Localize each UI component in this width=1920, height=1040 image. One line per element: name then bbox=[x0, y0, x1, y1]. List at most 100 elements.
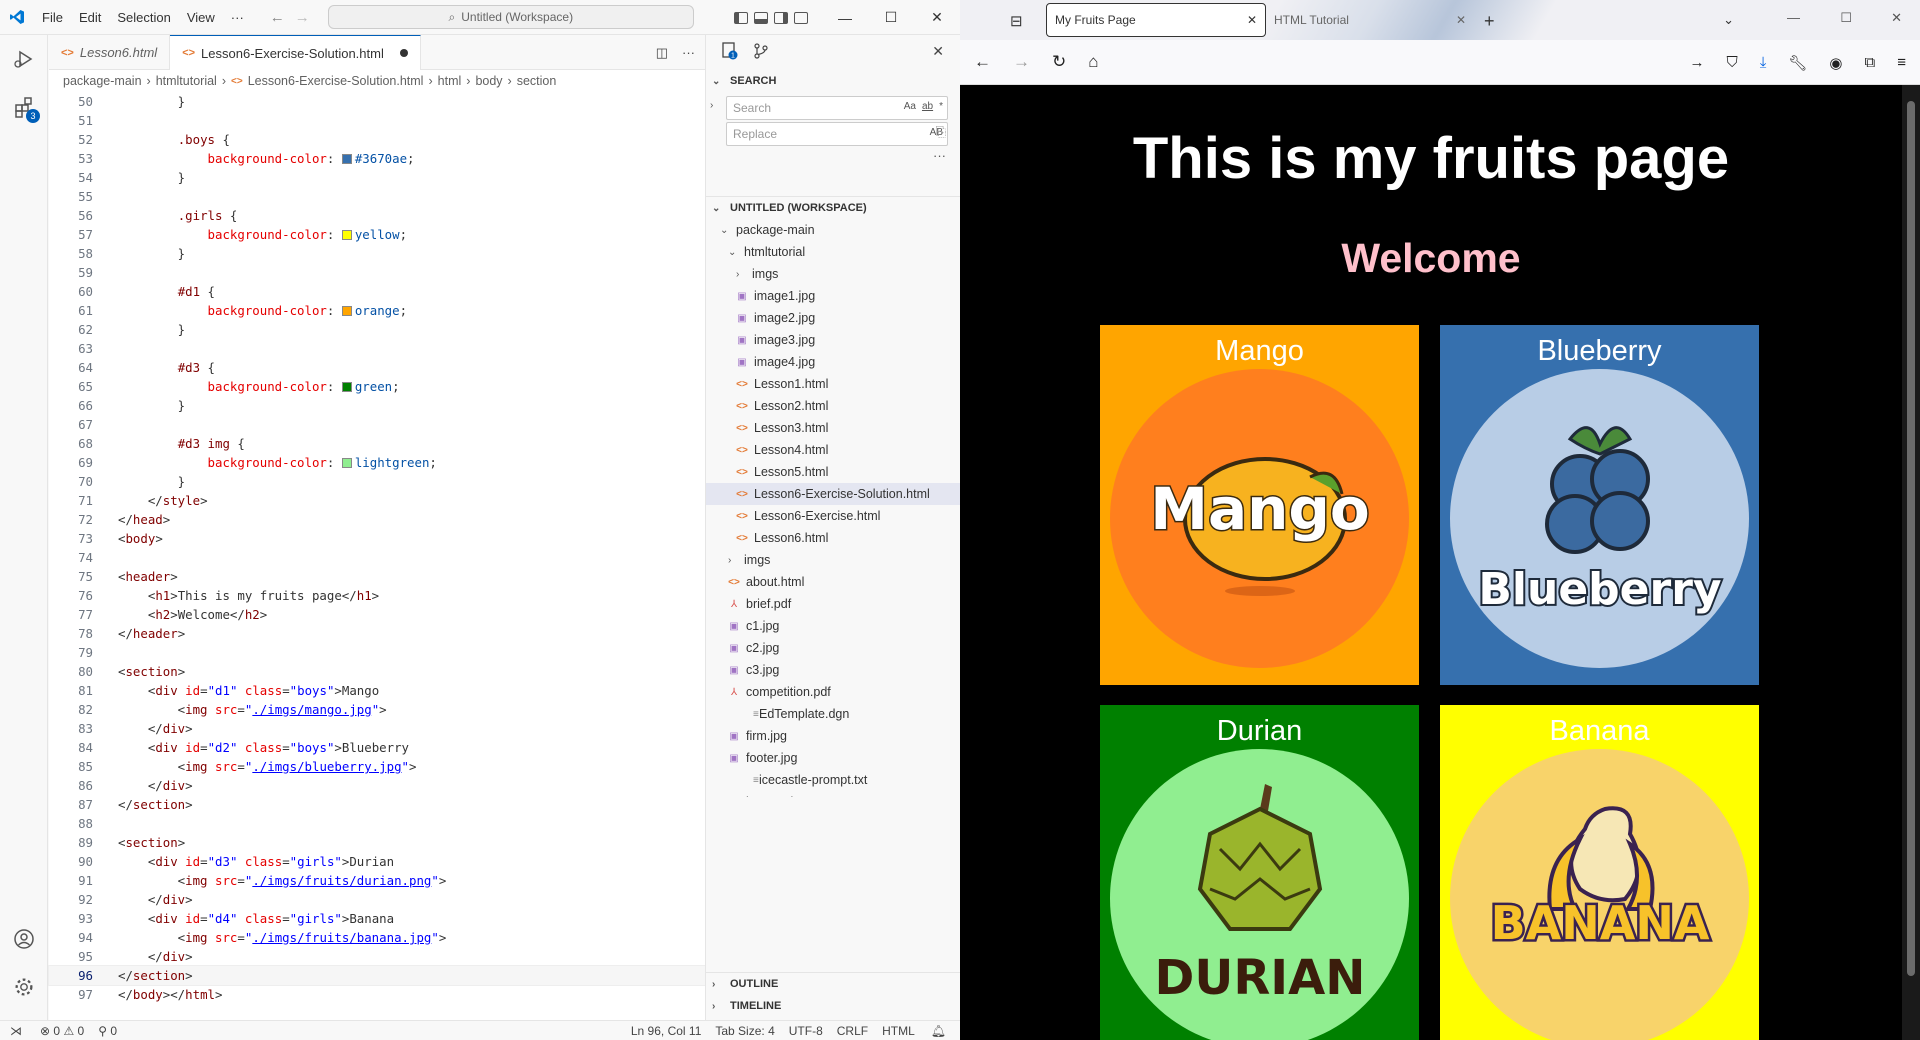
list-tabs-icon[interactable]: ⌄ bbox=[1723, 12, 1734, 28]
forward-icon[interactable]: → bbox=[1013, 52, 1030, 72]
code-line[interactable]: 60 #d1 { bbox=[49, 282, 705, 301]
code-line[interactable]: 76 <h1>This is my fruits page</h1> bbox=[49, 586, 705, 605]
minimize-button[interactable]: — bbox=[822, 0, 868, 35]
reload-icon[interactable]: ↻ bbox=[1052, 52, 1066, 72]
tree-file[interactable]: <> Lesson2.html bbox=[706, 395, 960, 417]
timeline-section-header[interactable]: › TIMELINE bbox=[706, 995, 961, 1017]
tab-lesson6[interactable]: <> Lesson6.html bbox=[49, 35, 171, 70]
menu-selection[interactable]: Selection bbox=[109, 10, 178, 25]
code-line[interactable]: 85 <img src="./imgs/blueberry.jpg"> bbox=[49, 757, 705, 776]
more-options-icon[interactable]: ··· bbox=[706, 148, 960, 168]
menu-view[interactable]: View bbox=[179, 10, 223, 25]
code-line[interactable]: 87 </section> bbox=[49, 795, 705, 814]
breadcrumb-item[interactable]: html bbox=[438, 74, 462, 88]
tree-file[interactable]: ⅄ brief.pdf bbox=[706, 593, 960, 615]
browser-tab-html-tutorial[interactable]: HTML Tutorial ✕ bbox=[1266, 3, 1474, 37]
code-line[interactable]: 70 } bbox=[49, 472, 705, 491]
tab-size[interactable]: Tab Size: 4 bbox=[715, 1024, 774, 1038]
code-line[interactable]: 91 <img src="./imgs/fruits/durian.png"> bbox=[49, 871, 705, 890]
tree-file[interactable]: ≡ icecastle-prompt.txt bbox=[706, 769, 960, 791]
tab-lesson6-exercise-solution[interactable]: <> Lesson6-Exercise-Solution.html bbox=[170, 35, 421, 70]
code-line[interactable]: 89 <section> bbox=[49, 833, 705, 852]
run-debug-icon[interactable] bbox=[0, 35, 48, 83]
code-line[interactable]: 66 } bbox=[49, 396, 705, 415]
source-control-icon[interactable] bbox=[752, 42, 770, 63]
tree-file[interactable]: <> about.html bbox=[706, 571, 960, 593]
breadcrumb-item[interactable]: htmltutorial bbox=[156, 74, 217, 88]
code-line[interactable]: 93 <div id="d4" class="girls">Banana bbox=[49, 909, 705, 928]
split-editor-icon[interactable]: ◫ bbox=[656, 45, 668, 61]
code-line[interactable]: 55 bbox=[49, 187, 705, 206]
code-line[interactable]: 82 <img src="./imgs/mango.jpg"> bbox=[49, 700, 705, 719]
back-arrow-icon[interactable]: ← bbox=[270, 9, 285, 26]
toggle-replace-icon[interactable]: › bbox=[710, 100, 722, 111]
tree-file[interactable]: ▣ c2.jpg bbox=[706, 637, 960, 659]
language-mode[interactable]: HTML bbox=[882, 1024, 915, 1038]
close-icon[interactable]: ✕ bbox=[932, 43, 944, 60]
code-line[interactable]: 63 bbox=[49, 339, 705, 358]
tree-file[interactable]: ▣ image0.jpg bbox=[706, 791, 960, 797]
toggle-primary-sidebar-icon[interactable] bbox=[734, 11, 748, 24]
customize-layout-icon[interactable] bbox=[794, 11, 808, 24]
unsaved-dot-icon[interactable] bbox=[399, 49, 408, 57]
search-view-icon[interactable]: 1 bbox=[720, 41, 740, 64]
search-section-header[interactable]: ⌄ SEARCH bbox=[706, 70, 960, 92]
code-line[interactable]: 83 </div> bbox=[49, 719, 705, 738]
code-line[interactable]: 53 background-color: #3670ae; bbox=[49, 149, 705, 168]
tree-folder[interactable]: › imgs bbox=[706, 549, 960, 571]
new-tab-icon[interactable]: + bbox=[1474, 3, 1505, 40]
downloads-icon[interactable]: ⤓ bbox=[1760, 54, 1767, 71]
code-line[interactable]: 79 bbox=[49, 643, 705, 662]
browser-maximize-button[interactable]: ☐ bbox=[1840, 10, 1852, 26]
code-line[interactable]: 73 <body> bbox=[49, 529, 705, 548]
accounts-icon[interactable] bbox=[0, 915, 48, 963]
tree-file[interactable]: ▣ image2.jpg bbox=[706, 307, 960, 329]
menu-edit[interactable]: Edit bbox=[71, 10, 109, 25]
toggle-secondary-sidebar-icon[interactable] bbox=[774, 11, 788, 24]
tree-folder[interactable]: › imgs bbox=[706, 263, 960, 285]
workspace-section-header[interactable]: ⌄ UNTITLED (WORKSPACE) bbox=[706, 197, 960, 219]
problems-indicator[interactable]: ⊗ 0 ⚠ 0 bbox=[40, 1024, 84, 1038]
tree-folder[interactable]: ⌄ package-main bbox=[706, 219, 960, 241]
extensions-icon[interactable]: 3 bbox=[0, 83, 48, 131]
back-icon[interactable]: ← bbox=[974, 52, 991, 72]
maximize-button[interactable]: ☐ bbox=[868, 0, 914, 35]
tree-file[interactable]: ⅄ competition.pdf bbox=[706, 681, 960, 703]
settings-gear-icon[interactable] bbox=[0, 963, 48, 1011]
breadcrumb-item[interactable]: package-main bbox=[63, 74, 142, 88]
code-line[interactable]: 88 bbox=[49, 814, 705, 833]
code-line[interactable]: 50 } bbox=[49, 92, 705, 111]
tree-file[interactable]: ▣ firm.jpg bbox=[706, 725, 960, 747]
code-line[interactable]: 95 </div> bbox=[49, 947, 705, 966]
page-scrollbar[interactable] bbox=[1902, 85, 1920, 1040]
tree-folder[interactable]: ⌄ htmltutorial bbox=[706, 241, 960, 263]
code-line[interactable]: 69 background-color: lightgreen; bbox=[49, 453, 705, 472]
code-line[interactable]: 78 </header> bbox=[49, 624, 705, 643]
tree-file[interactable]: <> Lesson4.html bbox=[706, 439, 960, 461]
search-input[interactable]: Search Aa ab * bbox=[726, 96, 948, 120]
code-line[interactable]: 61 background-color: orange; bbox=[49, 301, 705, 320]
regex-icon[interactable]: * bbox=[939, 101, 943, 112]
code-line[interactable]: 72 </head> bbox=[49, 510, 705, 529]
browser-minimize-button[interactable]: — bbox=[1787, 10, 1800, 25]
code-line[interactable]: 57 background-color: yellow; bbox=[49, 225, 705, 244]
close-tab-icon[interactable]: ✕ bbox=[1456, 13, 1466, 27]
menu-more[interactable]: ··· bbox=[223, 10, 252, 25]
code-line[interactable]: 92 </div> bbox=[49, 890, 705, 909]
code-editor[interactable]: 50 } 51 52 .boys {53 background-color: #36… bbox=[48, 92, 706, 1004]
tree-file[interactable]: ▣ c1.jpg bbox=[706, 615, 960, 637]
forward-arrow-icon[interactable]: → bbox=[295, 9, 310, 26]
match-word-icon[interactable]: ab bbox=[922, 101, 933, 112]
code-line[interactable]: 65 background-color: green; bbox=[49, 377, 705, 396]
browser-tab-my-fruits-page[interactable]: My Fruits Page ✕ bbox=[1046, 3, 1266, 37]
command-center[interactable]: ⌕ Untitled (Workspace) bbox=[327, 5, 694, 29]
tree-file[interactable]: ▣ image4.jpg bbox=[706, 351, 960, 373]
breadcrumb-item[interactable]: section bbox=[517, 74, 557, 88]
tree-file[interactable]: <> Lesson6-Exercise-Solution.html bbox=[706, 483, 960, 505]
menu-file[interactable]: File bbox=[34, 10, 71, 25]
tree-file[interactable]: ≡ EdTemplate.dgn bbox=[706, 703, 960, 725]
home-icon[interactable]: ⌂ bbox=[1088, 52, 1098, 72]
code-line[interactable]: 51 bbox=[49, 111, 705, 130]
code-line[interactable]: 94 <img src="./imgs/fruits/banana.jpg"> bbox=[49, 928, 705, 947]
encoding[interactable]: UTF-8 bbox=[789, 1024, 823, 1038]
